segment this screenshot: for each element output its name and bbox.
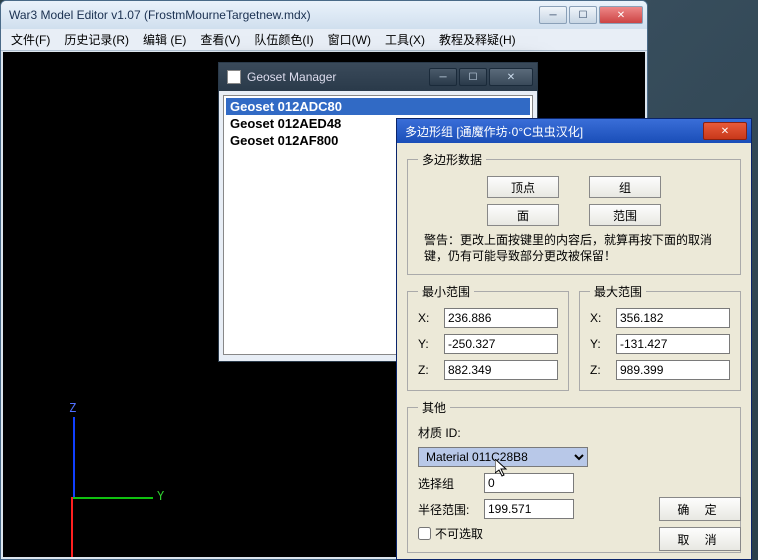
max-range-legend: 最大范围 bbox=[590, 283, 646, 300]
material-id-select[interactable]: Material 011C28B8 bbox=[418, 447, 588, 467]
axis-z-label: Z bbox=[69, 401, 76, 415]
menu-file[interactable]: 文件(F) bbox=[5, 29, 56, 50]
dialog-titlebar[interactable]: 多边形组 [通魔作坊·0°C虫虫汉化] ✕ bbox=[397, 119, 751, 143]
min-z-label: Z: bbox=[418, 363, 438, 377]
face-button[interactable]: 面 bbox=[487, 204, 559, 226]
list-item[interactable]: Geoset 012ADC80 bbox=[226, 98, 530, 115]
geoset-maximize-button[interactable]: ☐ bbox=[459, 68, 487, 86]
minimize-button[interactable]: ─ bbox=[539, 6, 567, 24]
material-id-label: 材质 ID: bbox=[418, 424, 474, 441]
axis-x-line bbox=[71, 497, 73, 557]
menu-help[interactable]: 教程及释疑(H) bbox=[433, 29, 522, 50]
main-titlebar[interactable]: War3 Model Editor v1.07 (FrostmMourneTar… bbox=[1, 1, 647, 29]
radius-label: 半径范围: bbox=[418, 501, 474, 518]
vertex-button[interactable]: 顶点 bbox=[487, 176, 559, 198]
max-z-label: Z: bbox=[590, 363, 610, 377]
max-z-input[interactable] bbox=[616, 360, 730, 380]
max-x-label: X: bbox=[590, 311, 610, 325]
max-range-group: 最大范围 X: Y: Z: bbox=[579, 283, 741, 391]
dialog-title: 多边形组 [通魔作坊·0°C虫虫汉化] bbox=[405, 123, 703, 140]
polygon-data-legend: 多边形数据 bbox=[418, 151, 486, 168]
menubar: 文件(F) 历史记录(R) 编辑 (E) 查看(V) 队伍颜色(I) 窗口(W)… bbox=[1, 29, 647, 51]
axis-z-line bbox=[73, 417, 75, 497]
group-button[interactable]: 组 bbox=[589, 176, 661, 198]
max-y-label: Y: bbox=[590, 337, 610, 351]
geoset-minimize-button[interactable]: ─ bbox=[429, 68, 457, 86]
min-x-label: X: bbox=[418, 311, 438, 325]
dialog-close-button[interactable]: ✕ bbox=[703, 122, 747, 140]
axis-y-label: Y bbox=[157, 489, 164, 503]
max-y-input[interactable] bbox=[616, 334, 730, 354]
unselectable-label: 不可选取 bbox=[435, 525, 483, 542]
window-icon bbox=[227, 70, 241, 84]
polygon-data-group: 多边形数据 顶点 组 面 范围 警告：更改上面按键里的内容后，就算再按下面的取消… bbox=[407, 151, 741, 275]
ok-button[interactable]: 确 定 bbox=[659, 497, 741, 521]
min-x-input[interactable] bbox=[444, 308, 558, 328]
dialog-body: 多边形数据 顶点 组 面 范围 警告：更改上面按键里的内容后，就算再按下面的取消… bbox=[397, 143, 751, 559]
range-button[interactable]: 范围 bbox=[589, 204, 661, 226]
unselectable-checkbox[interactable] bbox=[418, 527, 431, 540]
other-legend: 其他 bbox=[418, 399, 450, 416]
close-button[interactable]: ✕ bbox=[599, 6, 643, 24]
geoset-window-controls: ─ ☐ ✕ bbox=[429, 68, 533, 86]
menu-view[interactable]: 查看(V) bbox=[194, 29, 246, 50]
min-z-input[interactable] bbox=[444, 360, 558, 380]
geoset-close-button[interactable]: ✕ bbox=[489, 68, 533, 86]
select-group-label: 选择组 bbox=[418, 475, 474, 492]
polygon-group-dialog[interactable]: 多边形组 [通魔作坊·0°C虫虫汉化] ✕ 多边形数据 顶点 组 面 范围 警告… bbox=[396, 118, 752, 560]
menu-window[interactable]: 窗口(W) bbox=[322, 29, 377, 50]
menu-history[interactable]: 历史记录(R) bbox=[58, 29, 135, 50]
min-range-group: 最小范围 X: Y: Z: bbox=[407, 283, 569, 391]
window-controls: ─ ☐ ✕ bbox=[539, 6, 643, 24]
axis-y-line bbox=[73, 497, 153, 499]
min-range-legend: 最小范围 bbox=[418, 283, 474, 300]
radius-input[interactable] bbox=[484, 499, 574, 519]
min-y-input[interactable] bbox=[444, 334, 558, 354]
geoset-titlebar[interactable]: Geoset Manager ─ ☐ ✕ bbox=[219, 63, 537, 91]
select-group-input[interactable] bbox=[484, 473, 574, 493]
dialog-buttons: 确 定 取 消 bbox=[659, 497, 741, 551]
dialog-window-controls: ✕ bbox=[703, 122, 747, 140]
max-x-input[interactable] bbox=[616, 308, 730, 328]
maximize-button[interactable]: ☐ bbox=[569, 6, 597, 24]
menu-edit[interactable]: 编辑 (E) bbox=[137, 29, 192, 50]
menu-teamcolor[interactable]: 队伍颜色(I) bbox=[248, 29, 319, 50]
warning-text: 警告：更改上面按键里的内容后，就算再按下面的取消键，仍有可能导致部分更改被保留！ bbox=[418, 232, 730, 264]
geoset-title: Geoset Manager bbox=[247, 70, 429, 84]
menu-tools[interactable]: 工具(X) bbox=[379, 29, 431, 50]
main-title: War3 Model Editor v1.07 (FrostmMourneTar… bbox=[9, 8, 539, 22]
cancel-button[interactable]: 取 消 bbox=[659, 527, 741, 551]
min-y-label: Y: bbox=[418, 337, 438, 351]
